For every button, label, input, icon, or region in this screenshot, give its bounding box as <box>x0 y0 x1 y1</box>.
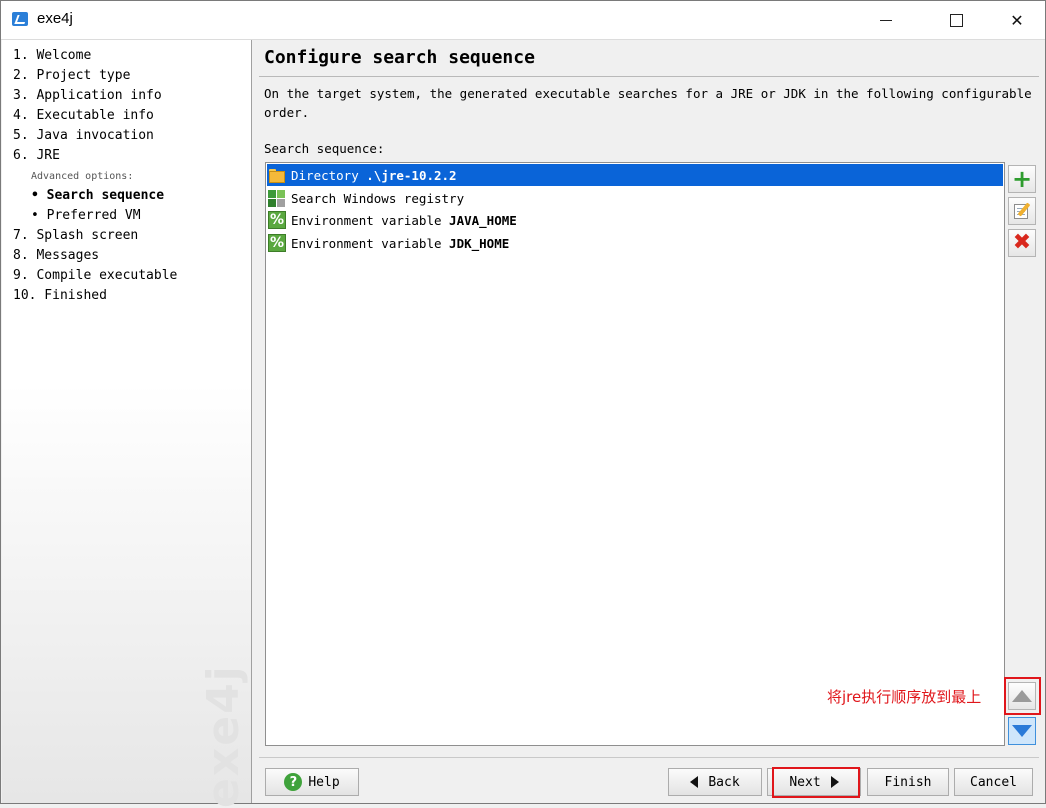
back-button[interactable]: Back <box>668 768 762 796</box>
list-item-windows-registry[interactable]: Search Windows registry <box>267 187 1003 209</box>
list-item-prefix: Directory <box>291 167 367 183</box>
minimize-icon <box>880 19 892 21</box>
next-highlight <box>772 767 860 798</box>
folder-icon <box>268 166 286 184</box>
step-java-invocation[interactable]: 5. Java invocation <box>13 128 154 144</box>
minimize-button[interactable] <box>863 1 909 39</box>
step-project-type[interactable]: 2. Project type <box>13 68 130 84</box>
cancel-button-label: Cancel <box>970 774 1017 790</box>
exe4j-watermark: exe4j <box>198 664 249 808</box>
step-application-info[interactable]: 3. Application info <box>13 88 162 104</box>
help-button[interactable]: ? Help <box>265 768 359 796</box>
move-up-highlight <box>1004 677 1041 715</box>
list-item-prefix: Environment variable <box>291 235 450 251</box>
step-splash-screen[interactable]: 7. Splash screen <box>13 228 138 244</box>
registry-icon <box>268 189 286 207</box>
list-item-value: .\jre-10.2.2 <box>366 167 457 183</box>
list-item-value: JAVA_HOME <box>449 212 517 228</box>
search-sequence-list[interactable]: Directory .\jre-10.2.2 Search Windows re… <box>265 162 1005 746</box>
add-entry-button[interactable]: + <box>1008 165 1036 193</box>
step-jre[interactable]: 6. JRE <box>13 148 60 164</box>
advanced-options-label: Advanced options: <box>31 171 134 182</box>
close-icon: ✕ <box>1010 10 1024 30</box>
heading-divider <box>259 76 1039 77</box>
search-sequence-label: Search sequence: <box>264 141 385 156</box>
maximize-icon <box>949 13 963 27</box>
move-down-button[interactable] <box>1008 717 1036 745</box>
finish-button[interactable]: Finish <box>867 768 949 796</box>
window-title: exe4j <box>37 10 73 27</box>
step-compile-executable[interactable]: 9. Compile executable <box>13 268 177 284</box>
exe4j-app-icon <box>12 12 28 26</box>
percent-icon: % <box>268 234 286 252</box>
edit-entry-button[interactable] <box>1008 197 1036 225</box>
cancel-button[interactable]: Cancel <box>954 768 1033 796</box>
page-title: Configure search sequence <box>264 47 535 68</box>
help-icon: ? <box>284 773 303 791</box>
list-item-java-home[interactable]: % Environment variable JAVA_HOME <box>267 209 1003 231</box>
bottom-divider <box>259 757 1039 758</box>
list-item-prefix: Environment variable <box>291 212 450 228</box>
list-item-jdk-home[interactable]: % Environment variable JDK_HOME <box>267 232 1003 254</box>
chevron-down-icon <box>1012 725 1032 737</box>
list-item-value: JDK_HOME <box>449 235 510 251</box>
annotation-note: 将jre执行顺序放到最上 <box>827 688 982 706</box>
help-button-label: Help <box>308 774 340 790</box>
edit-icon <box>1013 202 1031 220</box>
remove-entry-button[interactable]: ✖ <box>1008 229 1036 257</box>
maximize-button[interactable] <box>933 1 979 39</box>
page-description: On the target system, the generated exec… <box>264 86 1032 120</box>
wizard-steps-sidebar: 1. Welcome 2. Project type 3. Applicatio… <box>2 40 252 808</box>
back-button-label: Back <box>708 774 740 790</box>
step-executable-info[interactable]: 4. Executable info <box>13 108 154 124</box>
arrow-left-icon <box>690 776 699 788</box>
percent-icon: % <box>268 211 286 229</box>
step-preferred-vm[interactable]: • Preferred VM <box>31 208 141 224</box>
title-bar: exe4j ✕ <box>1 1 1045 40</box>
step-welcome[interactable]: 1. Welcome <box>13 48 91 64</box>
step-messages[interactable]: 8. Messages <box>13 248 99 264</box>
finish-button-label: Finish <box>884 774 932 790</box>
list-item-directory[interactable]: Directory .\jre-10.2.2 <box>267 164 1003 186</box>
step-search-sequence[interactable]: • Search sequence <box>31 188 164 204</box>
step-finished[interactable]: 10. Finished <box>13 288 107 304</box>
close-button[interactable]: ✕ <box>994 1 1040 39</box>
exe4j-window: exe4j ✕ 1. Welcome 2. Project type 3. Ap… <box>0 0 1046 808</box>
plus-icon: + <box>1011 165 1033 193</box>
delete-icon: ✖ <box>1012 230 1032 255</box>
